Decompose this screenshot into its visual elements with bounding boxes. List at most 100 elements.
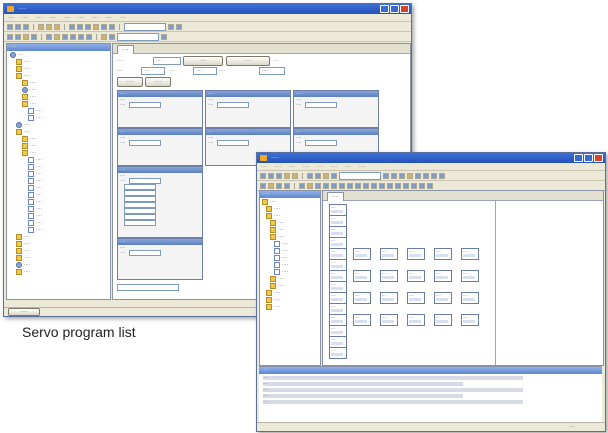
- cell-input[interactable]: [217, 140, 250, 146]
- program-block[interactable]: ····: [353, 248, 371, 260]
- menu-item[interactable]: ····: [317, 163, 323, 170]
- tool-icon[interactable]: [355, 182, 361, 189]
- tool-icon[interactable]: [23, 33, 29, 40]
- tree-item[interactable]: ····: [260, 198, 320, 205]
- menu-item[interactable]: ····: [22, 14, 28, 21]
- program-block[interactable]: ····: [407, 314, 425, 326]
- menu-item[interactable]: ····: [359, 163, 365, 170]
- tool-icon[interactable]: [268, 182, 274, 189]
- menu-item[interactable]: ····: [106, 14, 112, 21]
- tree-item[interactable]: ····: [7, 233, 110, 240]
- open-icon[interactable]: [15, 23, 21, 30]
- tool-icon[interactable]: [101, 33, 107, 40]
- tree-item[interactable]: ····: [7, 142, 110, 149]
- program-block[interactable]: ····: [434, 292, 452, 304]
- tool-icon[interactable]: [407, 172, 413, 179]
- menu-item[interactable]: ····: [289, 163, 295, 170]
- tree-item[interactable]: ····: [7, 261, 110, 268]
- tree-item[interactable]: ····: [7, 198, 110, 205]
- zoom-dropdown[interactable]: [117, 32, 159, 41]
- program-block[interactable]: ····: [380, 314, 398, 326]
- tool-icon[interactable]: [395, 182, 401, 189]
- cell-input[interactable]: [129, 250, 162, 256]
- tab-program-editor[interactable]: ····: [327, 192, 344, 201]
- menu-item[interactable]: ····: [261, 163, 267, 170]
- tool-icon[interactable]: [415, 172, 421, 179]
- tree-item[interactable]: ····: [260, 275, 320, 282]
- tool-icon[interactable]: [161, 33, 167, 40]
- tree-item[interactable]: ····: [7, 51, 110, 58]
- maximize-button[interactable]: [584, 154, 593, 162]
- tool-icon[interactable]: [307, 182, 313, 189]
- display-filter-button[interactable]: ····: [226, 56, 270, 66]
- tree-item[interactable]: ····: [7, 72, 110, 79]
- tree-item[interactable]: ····: [260, 296, 320, 303]
- paste-icon[interactable]: [54, 23, 60, 30]
- menu-item[interactable]: ····: [331, 163, 337, 170]
- tool-icon[interactable]: [363, 182, 369, 189]
- tool-icon[interactable]: [276, 182, 282, 189]
- tree-item[interactable]: ····: [260, 303, 320, 310]
- tool-icon[interactable]: [331, 172, 337, 179]
- tool-icon[interactable]: [260, 182, 266, 189]
- tool-icon[interactable]: [31, 33, 37, 40]
- tool-icon[interactable]: [62, 33, 68, 40]
- tree-item[interactable]: ····: [7, 107, 110, 114]
- program-block[interactable]: ····: [380, 270, 398, 282]
- tool-icon[interactable]: [339, 182, 345, 189]
- tree-item[interactable]: ····: [260, 233, 320, 240]
- menu-item[interactable]: ····: [64, 14, 70, 21]
- tree-item[interactable]: ····: [7, 170, 110, 177]
- menu-item[interactable]: ····: [275, 163, 281, 170]
- tree-item[interactable]: ····: [7, 184, 110, 191]
- tree-item[interactable]: ····: [7, 58, 110, 65]
- tool-icon[interactable]: [411, 182, 417, 189]
- tool-icon[interactable]: [431, 172, 437, 179]
- tree-item[interactable]: ····: [7, 121, 110, 128]
- tool-icon[interactable]: [86, 33, 92, 40]
- tool-icon[interactable]: [70, 33, 76, 40]
- menu-item[interactable]: ····: [50, 14, 56, 21]
- tree-item[interactable]: ····: [7, 268, 110, 275]
- write-icon[interactable]: [101, 23, 107, 30]
- tool-icon[interactable]: [391, 172, 397, 179]
- open-icon[interactable]: [268, 172, 274, 179]
- menu-item[interactable]: ····: [303, 163, 309, 170]
- cell-input[interactable]: [217, 102, 250, 108]
- tool-icon[interactable]: [54, 33, 60, 40]
- tree-item[interactable]: ····: [7, 156, 110, 163]
- tool-icon[interactable]: [315, 172, 321, 179]
- tool-icon[interactable]: [331, 182, 337, 189]
- tool-icon[interactable]: [46, 33, 52, 40]
- program-block[interactable]: ····: [380, 292, 398, 304]
- debug-icon[interactable]: [176, 23, 182, 30]
- new-icon[interactable]: [7, 23, 13, 30]
- tree-item[interactable]: ····: [7, 128, 110, 135]
- tree-item[interactable]: ····: [260, 212, 320, 219]
- menu-item[interactable]: ····: [345, 163, 351, 170]
- tool-icon[interactable]: [284, 182, 290, 189]
- toolbar-dropdown[interactable]: [339, 171, 381, 180]
- tree-item[interactable]: ····: [7, 219, 110, 226]
- tool-icon[interactable]: [78, 33, 84, 40]
- program-block[interactable]: ····: [461, 292, 479, 304]
- horizontal-scrollbar[interactable]: [117, 284, 179, 291]
- program-block[interactable]: ····: [461, 314, 479, 326]
- tool-icon[interactable]: [15, 33, 21, 40]
- maximize-button[interactable]: [390, 5, 399, 13]
- program-block[interactable]: ····: [407, 248, 425, 260]
- tool-icon[interactable]: [7, 33, 13, 40]
- new-icon[interactable]: [260, 172, 266, 179]
- redo-icon[interactable]: [77, 23, 83, 30]
- menu-item[interactable]: ····: [8, 14, 14, 21]
- tool-icon[interactable]: [399, 172, 405, 179]
- output-tab[interactable]: ····: [8, 308, 40, 316]
- tree-item[interactable]: ····: [7, 114, 110, 121]
- cell-input[interactable]: [129, 140, 162, 146]
- tree-item[interactable]: ····: [260, 219, 320, 226]
- tree-item[interactable]: ····: [7, 79, 110, 86]
- servo-program-cell[interactable]: ···· ···· ····: [293, 90, 379, 128]
- cell-input[interactable]: [124, 220, 156, 226]
- tool-icon[interactable]: [109, 33, 115, 40]
- minimize-button[interactable]: [380, 5, 389, 13]
